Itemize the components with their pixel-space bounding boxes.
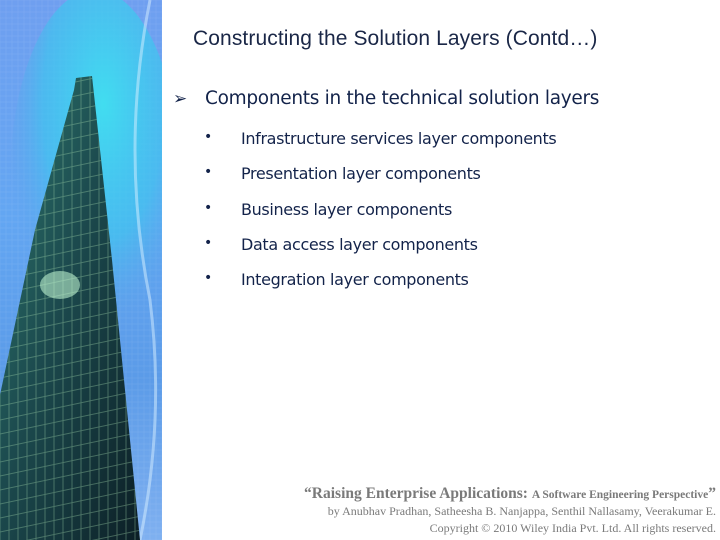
sub-bullet-text: Business layer components bbox=[241, 199, 452, 219]
book-authors: by Anubhav Pradhan, Satheesha B. Nanjapp… bbox=[327, 504, 716, 518]
building-reflection bbox=[40, 271, 80, 299]
book-title-close-quote: ” bbox=[708, 485, 716, 502]
sub-bullet-text: Presentation layer components bbox=[241, 164, 481, 184]
book-title-main: “Raising Enterprise Applications: bbox=[304, 485, 532, 502]
bullet-dot-icon: • bbox=[204, 164, 213, 181]
copyright-notice: Copyright © 2010 Wiley India Pvt. Ltd. A… bbox=[429, 521, 716, 535]
book-title-subtitle: A Software Engineering Perspective bbox=[531, 489, 709, 501]
slide-title: Constructing the Solution Layers (Contd…… bbox=[193, 27, 598, 50]
skyscraper-illustration bbox=[0, 0, 162, 540]
slide-footer: “Raising Enterprise Applications: A Soft… bbox=[304, 485, 716, 537]
bullet-dot-icon: • bbox=[204, 129, 213, 145]
main-bullet-text: Components in the technical solution lay… bbox=[205, 88, 600, 109]
sub-bullet-text: Infrastructure services layer components bbox=[241, 129, 557, 148]
bullet-dot-icon: • bbox=[204, 270, 213, 287]
skyscraper-image bbox=[0, 0, 162, 540]
bullet-dot-icon: • bbox=[204, 199, 213, 216]
arrow-bullet-icon: ➢ bbox=[173, 89, 188, 109]
sub-bullet-text: Data access layer components bbox=[241, 234, 478, 254]
sub-bullet-text: Integration layer components bbox=[241, 270, 469, 290]
book-title: “Raising Enterprise Applications: A Soft… bbox=[304, 485, 716, 503]
bullet-dot-icon: • bbox=[204, 234, 213, 251]
